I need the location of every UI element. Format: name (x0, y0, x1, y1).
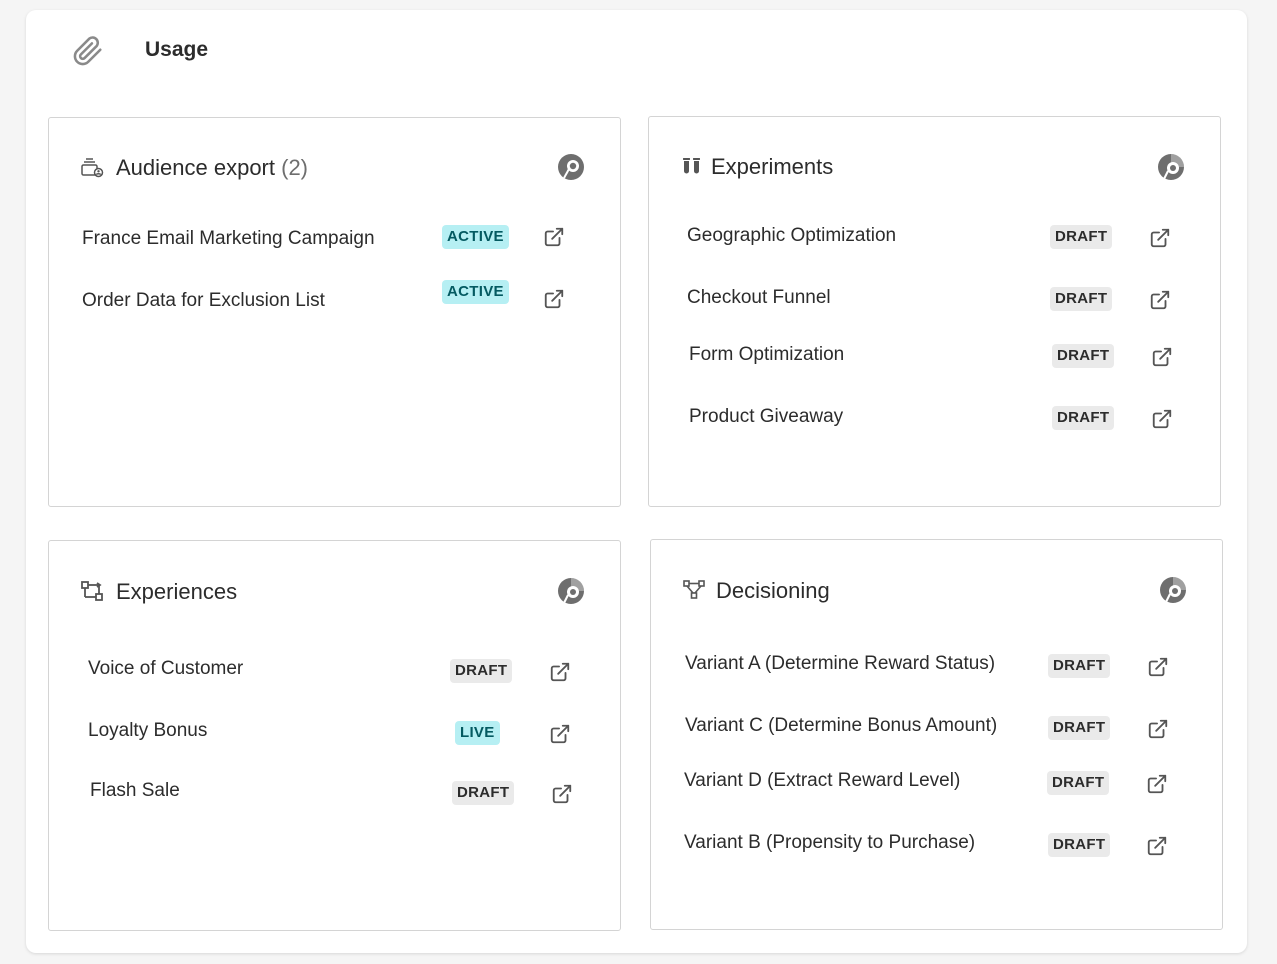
experiments-card: Experiments Geographic Optimization DRAF… (648, 116, 1221, 507)
list-item-label[interactable]: Checkout Funnel (687, 287, 831, 309)
external-link-icon[interactable] (543, 288, 565, 310)
experiences-icon (80, 579, 104, 603)
paperclip-icon (70, 34, 104, 68)
analytics-icon[interactable] (556, 576, 586, 606)
list-item-label[interactable]: Variant C (Determine Bonus Amount) (685, 715, 997, 737)
card-title: Decisioning (716, 578, 830, 603)
status-badge: ACTIVE (442, 225, 509, 249)
audience-segment-icon[interactable] (556, 152, 586, 182)
external-link-icon[interactable] (1151, 408, 1173, 430)
status-badge: DRAFT (1050, 225, 1113, 249)
external-link-icon[interactable] (1146, 773, 1168, 795)
status-badge: LIVE (455, 721, 500, 745)
list-item-label[interactable]: France Email Marketing Campaign (82, 228, 375, 250)
external-link-icon[interactable] (1149, 227, 1171, 249)
analytics-icon[interactable] (1156, 152, 1186, 182)
external-link-icon[interactable] (1147, 656, 1169, 678)
analytics-icon[interactable] (1158, 575, 1188, 605)
list-item-label[interactable]: Form Optimization (689, 344, 844, 366)
audience-count: (2) (281, 155, 309, 180)
external-link-icon[interactable] (549, 723, 571, 745)
external-link-icon[interactable] (551, 783, 573, 805)
audience-export-card: Audience export (2) France Email Marketi… (48, 117, 621, 507)
audience-export-icon (80, 156, 104, 180)
usage-header: Usage (26, 10, 1247, 90)
status-badge: DRAFT (1048, 833, 1111, 857)
status-badge: DRAFT (1052, 344, 1115, 368)
status-badge: DRAFT (1048, 654, 1111, 678)
list-item-label[interactable]: Flash Sale (90, 780, 180, 802)
status-badge: DRAFT (1050, 287, 1113, 311)
list-item-label[interactable]: Loyalty Bonus (88, 720, 207, 742)
list-item-label[interactable]: Variant B (Propensity to Purchase) (684, 832, 975, 854)
decisioning-card: Decisioning Variant A (Determine Reward … (650, 539, 1223, 930)
list-item-label[interactable]: Variant D (Extract Reward Level) (684, 770, 960, 792)
status-badge: DRAFT (1047, 771, 1110, 795)
external-link-icon[interactable] (549, 661, 571, 683)
status-badge: DRAFT (450, 659, 513, 683)
external-link-icon[interactable] (1147, 718, 1169, 740)
list-item-label[interactable]: Variant A (Determine Reward Status) (685, 653, 995, 675)
external-link-icon[interactable] (1149, 289, 1171, 311)
experiences-card: Experiences Voice of Customer DRAFT Loya… (48, 540, 621, 931)
list-item-label[interactable]: Order Data for Exclusion List (82, 290, 325, 312)
list-item-label[interactable]: Voice of Customer (88, 658, 243, 680)
card-title: Audience export (2) (116, 155, 309, 180)
list-item-label[interactable]: Product Giveaway (689, 406, 843, 428)
test-tubes-icon (680, 155, 704, 179)
card-title: Experiences (116, 579, 238, 604)
external-link-icon[interactable] (1151, 346, 1173, 368)
external-link-icon[interactable] (543, 226, 565, 248)
status-badge: DRAFT (1052, 406, 1115, 430)
list-item-label[interactable]: Geographic Optimization (687, 225, 896, 247)
status-badge: ACTIVE (442, 280, 509, 304)
card-title: Experiments (711, 154, 834, 179)
status-badge: DRAFT (1048, 716, 1111, 740)
status-badge: DRAFT (452, 781, 515, 805)
decision-tree-icon (682, 578, 706, 602)
external-link-icon[interactable] (1146, 835, 1168, 857)
page-title: Usage (145, 38, 209, 61)
